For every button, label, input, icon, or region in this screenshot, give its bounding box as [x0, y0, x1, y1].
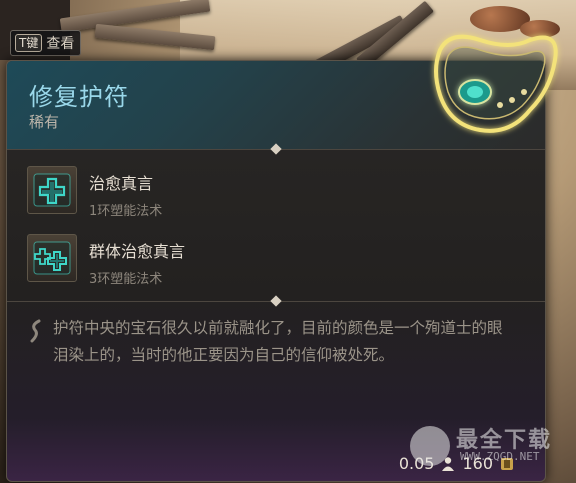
item-rarity: 稀有 — [29, 113, 60, 131]
spell-name: 治愈真言 — [89, 174, 154, 193]
healing-word-icon — [27, 166, 77, 214]
lore-quote-icon — [30, 319, 41, 343]
site-watermark: 最全下载 WWW.ZQGD.NET — [410, 420, 570, 480]
hotkey-label: 查看 — [46, 36, 75, 52]
spell-name: 群体治愈真言 — [89, 242, 186, 261]
inspect-hotkey-hint[interactable]: T键 查看 — [10, 30, 82, 56]
hotkey-keycap: T键 — [15, 34, 43, 52]
mass-healing-word-icon — [27, 234, 77, 282]
spell-row-healing-word[interactable]: 治愈真言 1环塑能法术 — [27, 166, 162, 219]
lore-text: 护符中央的宝石很久以前就融化了，目前的颜色是一个殉道士的眼泪染上的，当时的他正要… — [53, 319, 503, 364]
spell-row-mass-healing-word[interactable]: 群体治愈真言 3环塑能法术 — [27, 234, 185, 287]
amulet-item-model — [434, 34, 558, 133]
spell-level: 1环塑能法术 — [89, 204, 163, 219]
divider-notch — [270, 295, 282, 307]
item-name: 修复护符 — [29, 83, 129, 111]
watermark-logo — [410, 426, 450, 466]
spell-level: 3环塑能法术 — [89, 272, 163, 287]
watermark-url: WWW.ZQGD.NET — [460, 450, 540, 463]
